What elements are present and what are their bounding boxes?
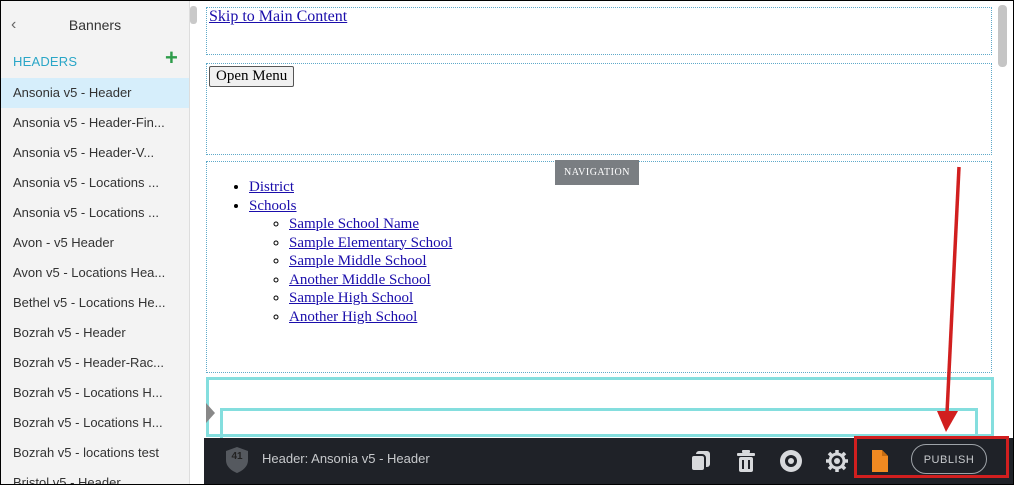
- nav-link-school[interactable]: Sample High School: [289, 290, 413, 306]
- banner-list: Ansonia v5 - Header Ansonia v5 - Header-…: [1, 78, 189, 484]
- vertical-scrollbar[interactable]: [998, 5, 1007, 67]
- navigation-label: NAVIGATION: [555, 160, 639, 185]
- nav-link-schools[interactable]: Schools: [249, 198, 297, 214]
- badge-count: 41: [231, 451, 243, 462]
- nav-link-school[interactable]: Another High School: [289, 309, 417, 325]
- nav-link-school[interactable]: Another Middle School: [289, 272, 431, 288]
- list-item[interactable]: Ansonia v5 - Header-V...: [1, 138, 189, 168]
- menu-region[interactable]: Open Menu: [206, 63, 992, 155]
- list-item[interactable]: Avon - v5 Header: [1, 228, 189, 258]
- schools-submenu: Sample School Name Sample Elementary Sch…: [249, 215, 452, 326]
- preview-canvas: Skip to Main Content Open Menu NAVIGATIO…: [190, 1, 1013, 484]
- list-item[interactable]: Ansonia v5 - Header-Fin...: [1, 108, 189, 138]
- list-item[interactable]: Bristol v5 - Header: [1, 468, 189, 484]
- list-item[interactable]: Ansonia v5 - Locations ...: [1, 198, 189, 228]
- list-item: Sample Middle School: [289, 252, 452, 271]
- open-menu-button[interactable]: Open Menu: [209, 66, 295, 87]
- copy-icon[interactable]: [688, 448, 714, 474]
- gear-icon[interactable]: [824, 448, 850, 474]
- list-item: Another Middle School: [289, 271, 452, 290]
- app-window: ‹ Banners HEADERS + Ansonia v5 - Header …: [0, 0, 1014, 485]
- sidebar-scrollbar[interactable]: [190, 6, 197, 24]
- skip-to-main-link[interactable]: Skip to Main Content: [209, 8, 347, 26]
- list-item[interactable]: Bozrah v5 - Locations H...: [1, 378, 189, 408]
- list-item: Another High School: [289, 308, 452, 327]
- navigation-region[interactable]: NAVIGATION District Schools Sample Schoo…: [206, 160, 992, 373]
- list-item: Sample Elementary School: [289, 234, 452, 253]
- region-grip-handle[interactable]: [206, 403, 215, 423]
- banners-sidebar: ‹ Banners HEADERS + Ansonia v5 - Header …: [1, 1, 190, 484]
- list-item[interactable]: Ansonia v5 - Header: [1, 78, 189, 108]
- annotation-highlight-box: [854, 436, 1009, 478]
- toolbar-title: Header: Ansonia v5 - Header: [262, 451, 430, 466]
- list-item: District: [249, 178, 452, 197]
- list-item[interactable]: Bozrah v5 - Header: [1, 318, 189, 348]
- list-item[interactable]: Ansonia v5 - Locations ...: [1, 168, 189, 198]
- navigation-list: District Schools Sample School Name Samp…: [207, 178, 452, 326]
- list-item: Sample School Name: [289, 215, 452, 234]
- list-item: Sample High School: [289, 289, 452, 308]
- list-item: Schools Sample School Name Sample Elemen…: [249, 197, 452, 327]
- trash-icon[interactable]: [733, 448, 759, 474]
- nav-link-school[interactable]: Sample Middle School: [289, 253, 427, 269]
- nav-link-school[interactable]: Sample Elementary School: [289, 235, 452, 251]
- list-item[interactable]: Bethel v5 - Locations He...: [1, 288, 189, 318]
- sidebar-title: Banners: [68, 17, 122, 33]
- list-item[interactable]: Bozrah v5 - locations test: [1, 438, 189, 468]
- plus-icon[interactable]: +: [165, 47, 178, 69]
- section-label-headers[interactable]: HEADERS: [13, 54, 77, 69]
- list-item[interactable]: Bozrah v5 - Locations H...: [1, 408, 189, 438]
- skip-link-region[interactable]: Skip to Main Content: [206, 7, 992, 55]
- nav-link-district[interactable]: District: [249, 179, 294, 195]
- list-item[interactable]: Avon v5 - Locations Hea...: [1, 258, 189, 288]
- eye-icon[interactable]: [778, 448, 804, 474]
- nav-link-school[interactable]: Sample School Name: [289, 216, 419, 232]
- list-item[interactable]: Bozrah v5 - Header-Rac...: [1, 348, 189, 378]
